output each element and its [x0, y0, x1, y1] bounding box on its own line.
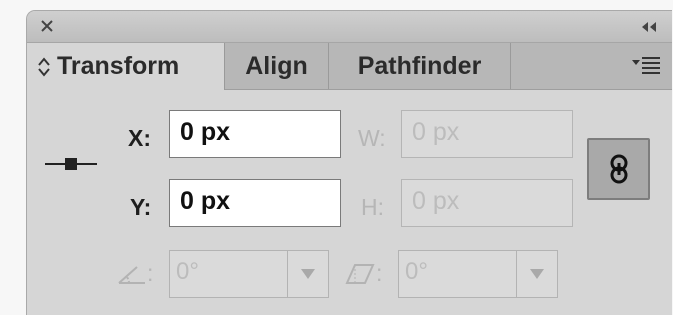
panel-title-bar[interactable]	[27, 11, 672, 43]
tab-align[interactable]: Align	[225, 43, 329, 89]
shear-label: :	[376, 260, 383, 286]
rotate-value: 0°	[176, 258, 199, 285]
up-down-arrows-icon[interactable]	[37, 56, 51, 78]
tab-transform-label: Transform	[57, 52, 180, 80]
triangle-down-icon[interactable]	[287, 251, 328, 297]
triangle-down-icon[interactable]	[516, 251, 557, 297]
close-icon[interactable]	[40, 19, 54, 33]
transform-panel: Transform Align Pathfinder X: 0 px W: 0 …	[26, 10, 672, 315]
shear-select[interactable]: 0°	[398, 250, 558, 298]
tab-align-label: Align	[245, 51, 308, 80]
panel-menu-icon[interactable]	[630, 55, 662, 75]
x-label: X:	[128, 125, 151, 151]
w-field[interactable]: 0 px	[401, 110, 573, 158]
reference-point-icon[interactable]	[45, 156, 97, 172]
double-chevron-left-icon[interactable]	[641, 21, 657, 33]
w-label: W:	[358, 125, 386, 151]
tab-transform[interactable]: Transform	[27, 43, 225, 90]
shear-icon	[345, 264, 375, 284]
x-field[interactable]: 0 px	[169, 110, 341, 158]
tab-pathfinder-label: Pathfinder	[357, 51, 482, 80]
rotate-label: :	[147, 260, 154, 286]
y-label: Y:	[130, 194, 152, 220]
h-label: H:	[361, 194, 384, 220]
constrain-proportions-button[interactable]	[587, 138, 650, 200]
shear-value: 0°	[405, 258, 428, 285]
rotate-select[interactable]: 0°	[169, 250, 329, 298]
chain-link-icon	[610, 154, 627, 184]
y-field[interactable]: 0 px	[169, 179, 341, 227]
rotate-angle-icon	[118, 266, 145, 284]
h-field[interactable]: 0 px	[401, 179, 573, 227]
tab-pathfinder[interactable]: Pathfinder	[329, 43, 511, 89]
tab-strip: Transform Align Pathfinder	[27, 43, 672, 90]
